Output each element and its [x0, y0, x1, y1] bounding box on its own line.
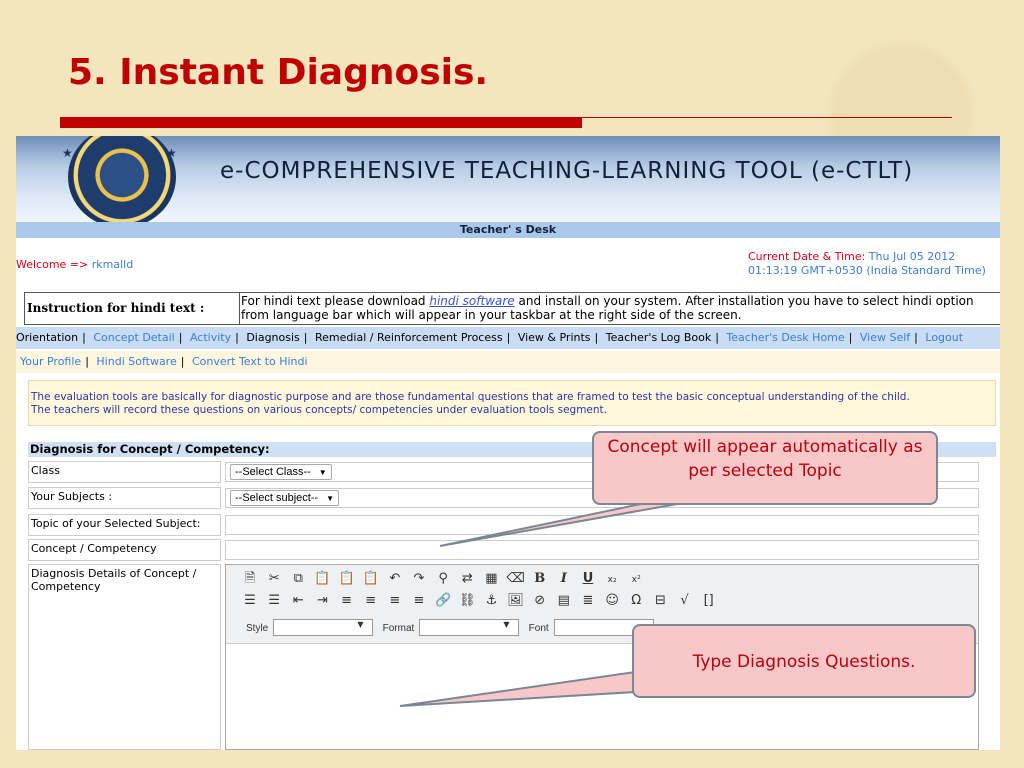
callout-pointer	[439, 499, 701, 547]
concept-callout: Concept will appear automatically as per…	[592, 431, 938, 505]
diagnosis-callout: Type Diagnosis Questions.	[632, 624, 976, 698]
callout-pointer	[399, 670, 636, 707]
